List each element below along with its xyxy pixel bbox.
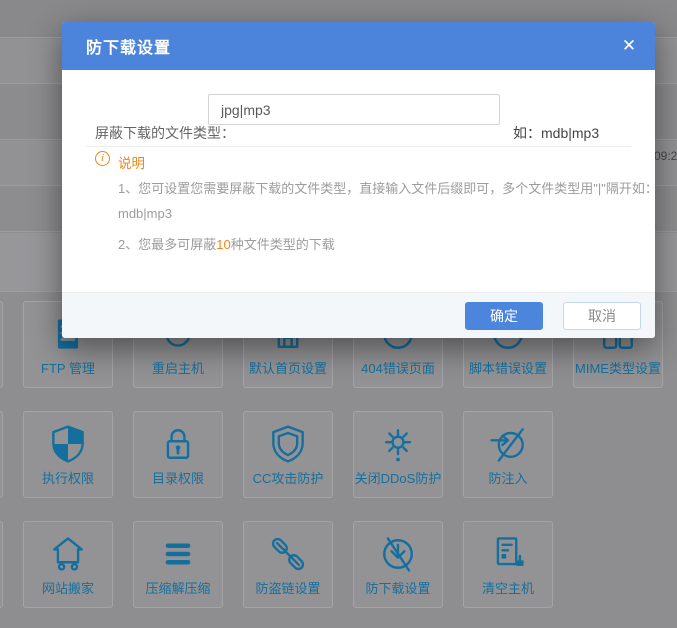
compress-icon	[156, 531, 200, 577]
feature-card[interactable]: 防盗链设置	[243, 521, 333, 608]
feature-grid-row: 执行权限 目录权限 CC攻击防护 关闭DDoS防护 防注入	[0, 411, 553, 498]
site-move-icon	[46, 531, 90, 577]
notice-line-1: 1、您可设置您需要屏蔽下载的文件类型，直接输入文件后缀即可，多个文件类型用"|"…	[118, 178, 658, 197]
feature-card-label: 404错误页面	[361, 358, 435, 377]
ddos-gear-icon	[376, 421, 420, 467]
feature-card[interactable]: CC攻击防护	[243, 411, 333, 498]
timestamp-fragment: 09:2	[654, 149, 677, 163]
feature-card-label: 压缩解压缩	[145, 578, 210, 597]
feature-card-label: 脚本错误设置	[469, 358, 547, 377]
cancel-button[interactable]: 取消	[563, 302, 641, 330]
anti-download-icon	[376, 531, 420, 577]
anti-hotlink-icon	[266, 531, 310, 577]
notice-line-3: 2、您最多可屏蔽10种文件类型的下载	[118, 234, 335, 253]
feature-card[interactable]: 清空主机	[463, 521, 553, 608]
feature-card-label: 网站搬家	[42, 578, 94, 597]
feature-card-label: FTP 管理	[41, 358, 95, 377]
feature-card[interactable]: 压缩解压缩	[133, 521, 223, 608]
confirm-button[interactable]: 确定	[465, 302, 543, 330]
clear-host-icon	[486, 531, 530, 577]
feature-card-label: 默认首页设置	[249, 358, 327, 377]
info-icon: i	[95, 151, 110, 166]
anti-inject-icon	[486, 421, 530, 467]
feature-card[interactable]: 网站搬家	[23, 521, 113, 608]
feature-card-partial	[0, 301, 3, 388]
notice-line-3-prefix: 2、您最多可屏蔽	[118, 237, 216, 252]
feature-card[interactable]: 目录权限	[133, 411, 223, 498]
dialog-header: 防下载设置 ✕	[62, 22, 655, 70]
notice-line-3-suffix: 种文件类型的下载	[231, 237, 335, 252]
anti-download-settings-dialog: 防下载设置 ✕ 屏蔽下载的文件类型： 如：mdb|mp3 i 说明 1、您可设置…	[62, 22, 655, 338]
notice-heading: 说明	[118, 152, 145, 172]
feature-card-partial	[0, 411, 3, 498]
feature-card-label: 防注入	[488, 468, 527, 487]
close-icon[interactable]: ✕	[617, 34, 641, 58]
directory-lock-icon	[156, 421, 200, 467]
dialog-footer: 确定 取消	[62, 292, 655, 338]
feature-grid-row: 网站搬家 压缩解压缩 防盗链设置 防下载设置 清空主机	[0, 521, 553, 608]
feature-card[interactable]: 防下载设置	[353, 521, 443, 608]
input-example-hint: 如：mdb|mp3	[513, 123, 599, 143]
feature-card-label: CC攻击防护	[253, 468, 324, 487]
feature-card-partial	[0, 521, 3, 608]
feature-card-label: MIME类型设置	[575, 358, 661, 377]
feature-card-label: 清空主机	[482, 578, 534, 597]
cc-shield-icon	[266, 421, 310, 467]
blocked-file-types-input[interactable]	[208, 94, 500, 125]
notice-line-2: mdb|mp3	[118, 206, 172, 221]
notice-line-3-limit: 10	[216, 237, 230, 252]
feature-card[interactable]: 防注入	[463, 411, 553, 498]
section-divider	[86, 146, 631, 147]
blocked-file-types-label: 屏蔽下载的文件类型：	[95, 123, 235, 143]
feature-card-label: 重启主机	[152, 358, 204, 377]
feature-card-label: 执行权限	[42, 468, 94, 487]
feature-card[interactable]: 执行权限	[23, 411, 113, 498]
feature-card-label: 目录权限	[152, 468, 204, 487]
feature-card-label: 防盗链设置	[255, 578, 320, 597]
dialog-title: 防下载设置	[62, 34, 171, 58]
feature-card-label: 防下载设置	[365, 578, 430, 597]
feature-card-label: 关闭DDoS防护	[355, 468, 442, 487]
feature-card[interactable]: 关闭DDoS防护	[353, 411, 443, 498]
exec-permission-shield-icon	[46, 421, 90, 467]
